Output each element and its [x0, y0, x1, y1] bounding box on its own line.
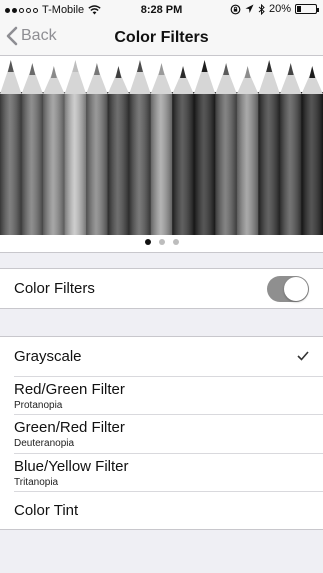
filter-option-row[interactable]: Green/Red Filter Deuteranopia: [0, 414, 323, 453]
filter-option-subtitle: Protanopia: [14, 399, 63, 411]
filter-option-subtitle: Deuteranopia: [14, 438, 75, 450]
filter-option-title: Red/Green Filter: [14, 380, 125, 398]
page-title: Color Filters: [114, 29, 209, 46]
pencil-shading: [0, 92, 23, 235]
battery-level-fill: [297, 6, 301, 12]
pencil-shading: [21, 92, 44, 235]
filter-option-title: Color Tint: [14, 502, 79, 520]
status-bar: T-Mobile 8:28 PM 20%: [0, 0, 323, 20]
bluetooth-icon: [258, 3, 265, 15]
filter-option-row[interactable]: Grayscale: [0, 337, 323, 376]
rotation-lock-icon: [230, 4, 241, 14]
pencil-shading: [301, 92, 323, 235]
pencil-shading: [129, 92, 152, 235]
filter-option-title: Blue/Yellow Filter: [14, 457, 129, 475]
pencil-shading: [43, 92, 66, 235]
filter-option-title: Grayscale: [14, 348, 82, 365]
pencil-shading: [215, 92, 238, 235]
color-filters-toggle-row[interactable]: Color Filters: [0, 269, 323, 308]
pencils-illustration: [0, 56, 323, 235]
color-filters-label: Color Filters: [14, 280, 95, 297]
pencil-shading: [64, 92, 87, 235]
filter-option-row[interactable]: Red/Green Filter Protanopia: [0, 375, 323, 415]
battery-percent: 20%: [268, 3, 291, 15]
pencil-shading: [236, 92, 259, 235]
checkmark-icon: [297, 348, 309, 364]
filter-option-row[interactable]: Color Tint: [0, 491, 323, 530]
filter-options-list: Grayscale Red/Green Filter Protanopia Green…: [0, 336, 323, 530]
pencil-shading: [86, 92, 109, 235]
switch-knob: [284, 277, 308, 301]
status-right: 20%: [230, 3, 319, 15]
pencil-shading: [279, 92, 302, 235]
location-arrow-icon: [245, 4, 254, 13]
pencil-shading: [193, 92, 216, 235]
page-dot: [144, 239, 151, 245]
pencil-shading: [258, 92, 281, 235]
page-dot: [172, 239, 179, 245]
color-pencils-preview-image[interactable]: [0, 56, 323, 235]
navigation-bar: Back Color Filters: [0, 20, 323, 56]
color-filters-switch[interactable]: [267, 276, 309, 302]
filter-option-title: Green/Red Filter: [14, 419, 125, 437]
filter-option-subtitle: Tritanopia: [14, 476, 59, 488]
pencil-shading: [107, 92, 130, 235]
pencil-shading: [172, 92, 195, 235]
filter-option-row[interactable]: Blue/Yellow Filter Tritanopia: [0, 452, 323, 492]
pencil-shading: [150, 92, 173, 235]
battery-icon: [295, 4, 319, 14]
page-control[interactable]: [0, 239, 323, 245]
page-dot: [158, 239, 165, 245]
color-filters-toggle-group: Color Filters: [0, 268, 323, 309]
